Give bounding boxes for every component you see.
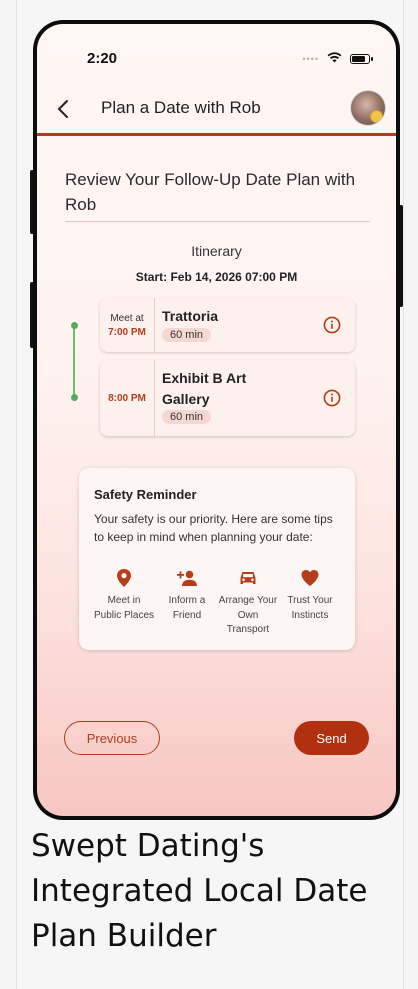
stop-time-column: Meet at 7:00 PM [100, 298, 155, 352]
info-icon[interactable] [323, 389, 341, 407]
info-icon[interactable] [323, 316, 341, 334]
battery-level [352, 56, 365, 62]
tip-label: Arrange Your Own Transport [218, 595, 278, 635]
stop-time: 7:00 PM [108, 326, 146, 338]
safety-tip: Arrange Your Own Transport [217, 568, 279, 638]
tip-label: Inform a Friend [168, 595, 206, 621]
emoji-badge-icon [370, 110, 383, 123]
heart-icon [301, 570, 319, 586]
meet-at-label: Meet at [110, 312, 144, 324]
tip-label: Meet in Public Places [93, 595, 155, 621]
safety-tip: Meet in Public Places [93, 568, 155, 623]
safety-tip: Trust Your Instincts [279, 568, 341, 623]
phone-frame: 2:20 •••• Plan a Date with Rob Review Yo… [33, 20, 400, 820]
stop-time-column: 8:00 PM [100, 360, 155, 436]
car-icon [240, 572, 256, 584]
status-icons: •••• [302, 50, 373, 68]
timeline-dot-end [70, 394, 78, 401]
signal-dots-icon: •••• [302, 54, 319, 64]
itinerary-stop-card[interactable]: Meet at 7:00 PM Trattoria 60 min [100, 298, 355, 352]
safety-reminder-card: Safety Reminder Your safety is our prior… [79, 468, 355, 650]
page-header-title: Plan a Date with Rob [101, 98, 261, 117]
safety-tip: Inform a Friend [156, 568, 218, 623]
safety-body: Your safety is our priority. Here are so… [94, 512, 333, 544]
showcase-caption: Swept Dating's Integrated Local Date Pla… [31, 828, 368, 954]
page-title: Review Your Follow-Up Date Plan with Rob [65, 170, 356, 214]
itinerary-heading: Itinerary [191, 243, 242, 259]
back-button[interactable] [53, 97, 75, 121]
stop-name: Exhibit B Art Gallery [162, 370, 247, 407]
status-time: 2:20 [87, 50, 118, 67]
title-divider [65, 221, 370, 222]
app-screen: 2:20 •••• Plan a Date with Rob Review Yo… [37, 24, 396, 816]
start-datetime: Start: Feb 14, 2026 07:00 PM [135, 270, 298, 284]
timeline-dot-start [70, 322, 78, 329]
chevron-left-icon [57, 100, 68, 118]
previous-button[interactable]: Previous [64, 721, 160, 755]
status-bar: 2:20 •••• [37, 24, 396, 74]
battery-icon [350, 54, 373, 64]
tip-label: Trust Your Instincts [287, 595, 333, 621]
itinerary-stop-card[interactable]: 8:00 PM Exhibit B Art Gallery 60 min [100, 360, 355, 436]
timeline-line [73, 326, 75, 398]
map-pin-icon [117, 569, 131, 587]
safety-title: Safety Reminder [94, 487, 197, 502]
stop-name: Trattoria [162, 308, 219, 324]
duration-chip: 60 min [162, 410, 212, 424]
wifi-icon [327, 50, 342, 68]
send-button[interactable]: Send [294, 721, 369, 755]
duration-chip: 60 min [162, 328, 212, 342]
avatar[interactable] [350, 90, 386, 126]
stop-time: 8:00 PM [108, 392, 146, 404]
add-person-icon [177, 570, 197, 586]
header-divider [37, 133, 396, 136]
